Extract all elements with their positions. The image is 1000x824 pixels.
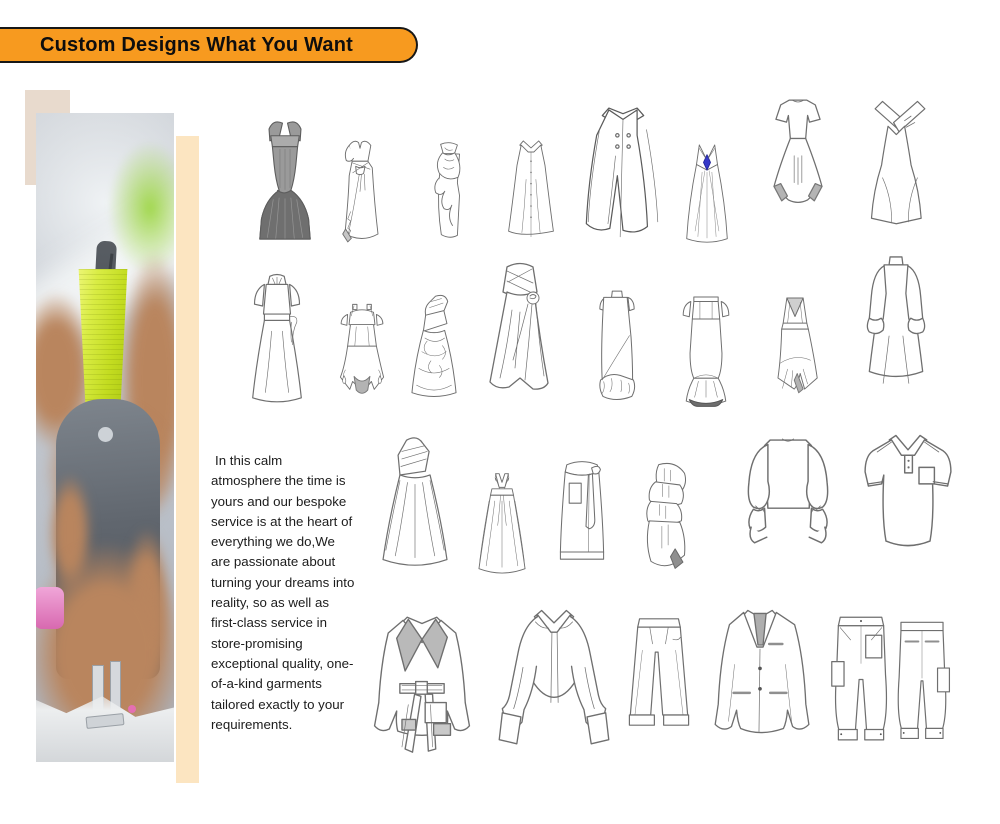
tiered-ruffle-skirt-icon	[626, 426, 704, 584]
bell-sleeve-flare-dress-icon	[846, 252, 946, 410]
one-shoulder-ruched-gown-icon	[396, 252, 472, 414]
sketch-cargo-pants-back	[890, 600, 954, 754]
sketch-wrap-ruffle-dress	[324, 76, 396, 252]
v-neck-maxi-dress-icon	[672, 80, 742, 252]
sketch-wide-leg-cropped-pants	[622, 600, 696, 752]
cargo-pants-back-icon	[890, 600, 954, 754]
polo-shirt-icon	[852, 430, 964, 562]
sketch-crisscross-halter-dress	[854, 82, 946, 244]
banner-title: Custom Designs What You Want	[0, 34, 353, 57]
one-shoulder-ballgown-icon	[368, 422, 462, 584]
wide-leg-cropped-pants-icon	[622, 600, 696, 752]
sewing-machine-photo	[36, 113, 174, 762]
sketch-handkerchief-tee-dress	[750, 84, 846, 246]
sketch-halter-maxi-dress	[466, 420, 538, 586]
mermaid-gown-icon	[243, 80, 327, 250]
cold-shoulder-shirt-icon	[492, 598, 616, 750]
handkerchief-tee-dress-icon	[750, 84, 846, 246]
sketch-bell-sleeve-flare-dress	[846, 252, 946, 410]
sketch-cold-shoulder-highlow-dress	[326, 250, 398, 416]
sketch-sleeveless-shirt-dress	[496, 82, 566, 248]
cream-backdrop	[176, 136, 199, 783]
about-text: In this calm atmosphere the time is your…	[211, 451, 355, 735]
v-neck-asymmetric-midi-dress-icon	[758, 252, 832, 412]
ruffle-trim-dress-icon	[414, 78, 484, 250]
sketch-v-neck-maxi-dress	[672, 80, 742, 252]
sketch-strapless-draped-gown	[470, 250, 570, 414]
flutter-sleeve-midi-dress-icon	[232, 254, 322, 414]
machine-hole	[98, 427, 113, 442]
sketch-cargo-pants-front	[828, 600, 894, 754]
square-neck-mermaid-dress-icon	[668, 252, 744, 414]
sketch-one-shoulder-ruched-gown	[396, 252, 472, 414]
banner: Custom Designs What You Want	[0, 27, 418, 63]
cape-coat-icon	[576, 84, 670, 250]
sketch-mockneck-ruffle-slit-dress	[578, 252, 656, 412]
promo-page: Custom Designs What You Want In this cal…	[0, 0, 1000, 824]
sketch-balloon-sleeve-top	[726, 430, 850, 564]
mockneck-ruffle-slit-dress-icon	[578, 252, 656, 412]
sketch-v-neck-asymmetric-midi-dress	[758, 252, 832, 412]
single-breasted-blazer-icon	[704, 596, 816, 756]
sketch-wrap-maxi-skirt	[542, 424, 622, 584]
sketch-ruffle-trim-dress	[414, 78, 484, 250]
sketch-tiered-ruffle-skirt	[626, 426, 704, 584]
wrap-ruffle-dress-icon	[324, 76, 396, 252]
sketch-square-neck-mermaid-dress	[668, 252, 744, 414]
pink-thread-spool	[36, 587, 64, 629]
sketch-flutter-sleeve-midi-dress	[232, 254, 322, 414]
pink-thread-bit	[128, 705, 136, 713]
halter-maxi-dress-icon	[466, 420, 538, 586]
belted-wrap-blazer-icon	[364, 594, 480, 768]
sketch-one-shoulder-ballgown	[368, 422, 462, 584]
sketch-belted-wrap-blazer	[364, 594, 480, 768]
crisscross-halter-dress-icon	[854, 82, 946, 244]
sleeveless-shirt-dress-icon	[496, 82, 566, 248]
wrap-maxi-skirt-icon	[542, 424, 622, 584]
cold-shoulder-highlow-dress-icon	[326, 250, 398, 416]
strapless-draped-gown-icon	[470, 250, 570, 414]
sketch-polo-shirt	[852, 430, 964, 562]
cargo-pants-front-icon	[828, 600, 894, 754]
sketch-mermaid-gown	[243, 80, 327, 250]
sketch-single-breasted-blazer	[704, 596, 816, 756]
sketch-cold-shoulder-shirt	[492, 598, 616, 750]
sketch-cape-coat	[576, 84, 670, 250]
balloon-sleeve-top-icon	[726, 430, 850, 564]
